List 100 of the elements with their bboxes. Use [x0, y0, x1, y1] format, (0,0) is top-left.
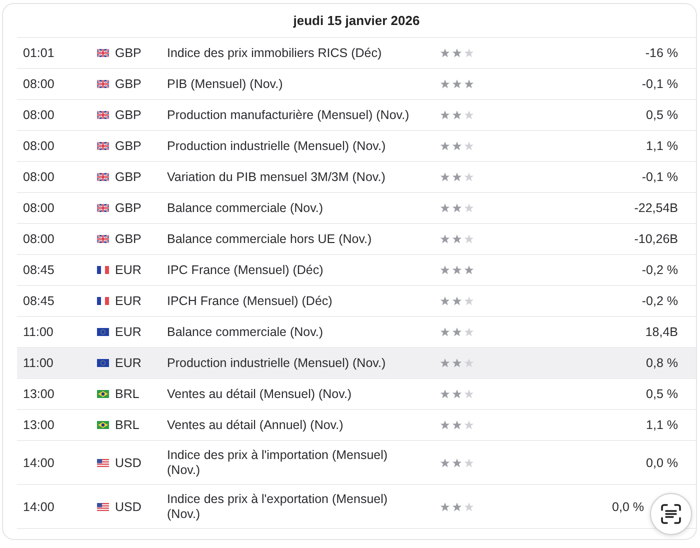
stripes-flag-icon — [97, 458, 109, 466]
event-name: Variation du PIB mensuel 3M/3M (Nov.) — [167, 170, 386, 184]
star-icon — [452, 79, 462, 89]
event-row[interactable]: 01:01 GBP Indice des prix immobiliers RICS (Déc) -16 % — [17, 38, 696, 69]
time-cell-text: 08:00 — [22, 232, 56, 246]
star-icon — [440, 79, 450, 89]
union-flag-icon — [97, 173, 109, 181]
value-cell-text: -0,1 % — [640, 77, 679, 91]
star-icon — [452, 141, 462, 151]
tricolour-flag-icon — [97, 266, 109, 274]
time-cell-text: 11:00 — [22, 325, 54, 339]
currency-cell: GBP — [115, 77, 142, 91]
event-name: Ventes au détail (Annuel) (Nov.) — [167, 418, 344, 432]
value-cell-text: -0,1 % — [640, 170, 679, 184]
event-name: Production industrielle (Mensuel) (Nov.) — [167, 356, 387, 370]
currency-cell: USD — [115, 500, 142, 514]
text-scan-button[interactable] — [650, 493, 692, 535]
event-row[interactable]: 08:00 GBP Balance commerciale (Nov.) -22,54B — [17, 193, 696, 224]
event-name: IPCH France (Mensuel) (Déc) — [167, 294, 334, 308]
time-cell-text: 01:01 — [22, 46, 56, 60]
value-cell-text: -16 % — [644, 46, 679, 60]
star-icon — [452, 358, 462, 368]
value-cell-text: 0,5 % — [645, 387, 679, 401]
currency-cell: BRL — [115, 387, 140, 401]
star-icon — [452, 172, 462, 182]
union-flag-icon — [97, 204, 109, 212]
value-cell-text: 0,0 % — [645, 456, 679, 470]
star-circle-flag-icon — [97, 328, 109, 336]
event-name: Balance commerciale hors UE (Nov.) — [167, 232, 373, 246]
currency-cell: GBP — [115, 232, 142, 246]
union-flag-icon — [97, 80, 109, 88]
star-icon — [440, 389, 450, 399]
value-cell-text: 0,5 % — [645, 108, 679, 122]
union-flag-icon — [97, 235, 109, 243]
event-name: Indice des prix immobiliers RICS (Déc) — [167, 46, 383, 60]
currency-cell: GBP — [115, 139, 142, 153]
currency-cell: GBP — [115, 170, 142, 184]
star-icon — [440, 234, 450, 244]
currency-cell: EUR — [115, 325, 142, 339]
event-name: Indice des prix à l'exportation (Mensuel) (Nov.) — [167, 492, 389, 522]
event-name: Indice des prix à l'importation (Mensuel) (Nov.) — [167, 448, 389, 478]
star-icon — [452, 502, 462, 512]
star-icon — [464, 110, 474, 120]
star-icon — [464, 502, 474, 512]
event-name: Balance commerciale (Nov.) — [167, 200, 324, 216]
stripes-flag-icon — [97, 502, 109, 510]
value-cell-text: 1,1 % — [645, 418, 679, 432]
event-row[interactable]: 08:45 EUR IPC France (Mensuel) (Déc) -0,2 % — [17, 255, 696, 286]
event-row[interactable]: 08:00 GBP PIB (Mensuel) (Nov.) -0,1 % — [17, 69, 696, 100]
star-icon — [464, 389, 474, 399]
star-icon — [452, 420, 462, 430]
event-row[interactable]: 13:00 BRL Ventes au détail (Mensuel) (Nov.) 0,5 % — [17, 379, 696, 410]
star-icon — [464, 265, 474, 275]
time-cell-text: 08:00 — [22, 201, 56, 215]
star-icon — [464, 420, 474, 430]
event-row[interactable]: 11:00 EUR Production industrielle (Mensuel) (Nov.) 0,8 % — [17, 348, 696, 379]
star-icon — [452, 48, 462, 58]
star-icon — [440, 420, 450, 430]
scan-text-icon — [659, 502, 683, 526]
star-icon — [452, 296, 462, 306]
star-icon — [452, 234, 462, 244]
value-cell-text: 0,0 % — [611, 500, 645, 514]
event-name: IPC France (Mensuel) (Déc) — [167, 262, 324, 278]
event-name: Production manufacturière (Mensuel) (Nov.) — [167, 108, 410, 122]
event-row[interactable]: 08:00 GBP Production manufacturière (Mensuel) (Nov.) 0,5 % — [17, 100, 696, 131]
currency-cell: EUR — [115, 294, 142, 308]
event-name: Balance commerciale (Nov.) — [167, 324, 324, 340]
star-icon — [440, 358, 450, 368]
star-icon — [440, 203, 450, 213]
time-cell-text: 08:45 — [22, 294, 56, 308]
value-cell-text: 0,8 % — [645, 356, 679, 370]
value-cell-text: -0,2 % — [640, 294, 679, 308]
currency-cell: GBP — [115, 46, 142, 60]
time-cell-text: 14:00 — [22, 500, 56, 514]
star-circle-flag-icon — [97, 359, 109, 367]
star-icon — [440, 110, 450, 120]
star-icon — [464, 234, 474, 244]
value-cell-text: -22,54B — [633, 201, 679, 215]
currency-cell: GBP — [115, 201, 142, 215]
currency-cell: BRL — [115, 418, 140, 432]
star-icon — [464, 458, 474, 468]
union-flag-icon — [97, 142, 109, 150]
time-cell-text: 08:00 — [22, 170, 56, 184]
star-icon — [452, 327, 462, 337]
star-icon — [440, 296, 450, 306]
value-cell-text: -0,2 % — [640, 263, 679, 277]
event-row[interactable]: 13:00 BRL Ventes au détail (Annuel) (Nov.) 1,1 % — [17, 410, 696, 441]
event-row[interactable]: 08:00 GBP Variation du PIB mensuel 3M/3M (Nov.) -0,1 % — [17, 162, 696, 193]
time-cell-text: 08:00 — [22, 108, 56, 122]
value-cell-text: 18,4B — [644, 325, 679, 339]
time-cell-text: 08:00 — [22, 139, 56, 153]
event-row[interactable]: 08:00 GBP Balance commerciale hors UE (Nov.) -10,26B — [17, 224, 696, 255]
currency-cell: EUR — [115, 263, 142, 277]
star-icon — [464, 203, 474, 213]
star-icon — [440, 458, 450, 468]
time-cell-text: 14:00 — [22, 456, 56, 470]
event-row[interactable]: 14:00 USD Indice des prix à l'importation (Mensuel) (Nov.) 0,0 % — [17, 441, 696, 485]
event-row[interactable]: 08:45 EUR IPCH France (Mensuel) (Déc) -0,2 % — [17, 286, 696, 317]
value-cell-text: -10,26B — [633, 232, 679, 246]
event-row[interactable]: 08:00 GBP Production industrielle (Mensuel) (Nov.) 1,1 % — [17, 131, 696, 162]
